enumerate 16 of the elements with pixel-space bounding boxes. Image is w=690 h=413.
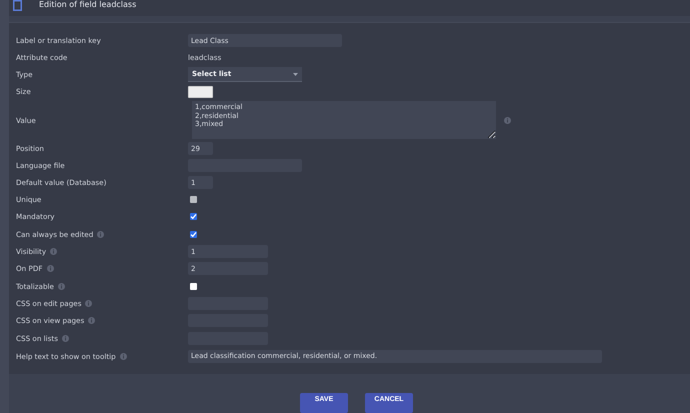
info-icon[interactable] [50, 248, 58, 255]
caret-icon [293, 72, 298, 76]
page-title: Edition of field leadclass [39, 0, 136, 9]
info-icon[interactable] [97, 230, 104, 238]
info-icon[interactable] [46, 265, 54, 272]
info-icon[interactable] [88, 317, 96, 324]
info-icon[interactable] [85, 300, 92, 307]
size-field[interactable] [188, 86, 213, 98]
info-icon[interactable] [120, 352, 127, 360]
checkbox[interactable] [190, 230, 197, 238]
info-icon[interactable] [58, 282, 65, 290]
info-icon[interactable] [504, 116, 511, 124]
info-icon[interactable] [62, 334, 69, 342]
checkbox[interactable] [190, 213, 197, 220]
document-icon [13, 0, 22, 10]
checkbox[interactable] [190, 282, 197, 290]
